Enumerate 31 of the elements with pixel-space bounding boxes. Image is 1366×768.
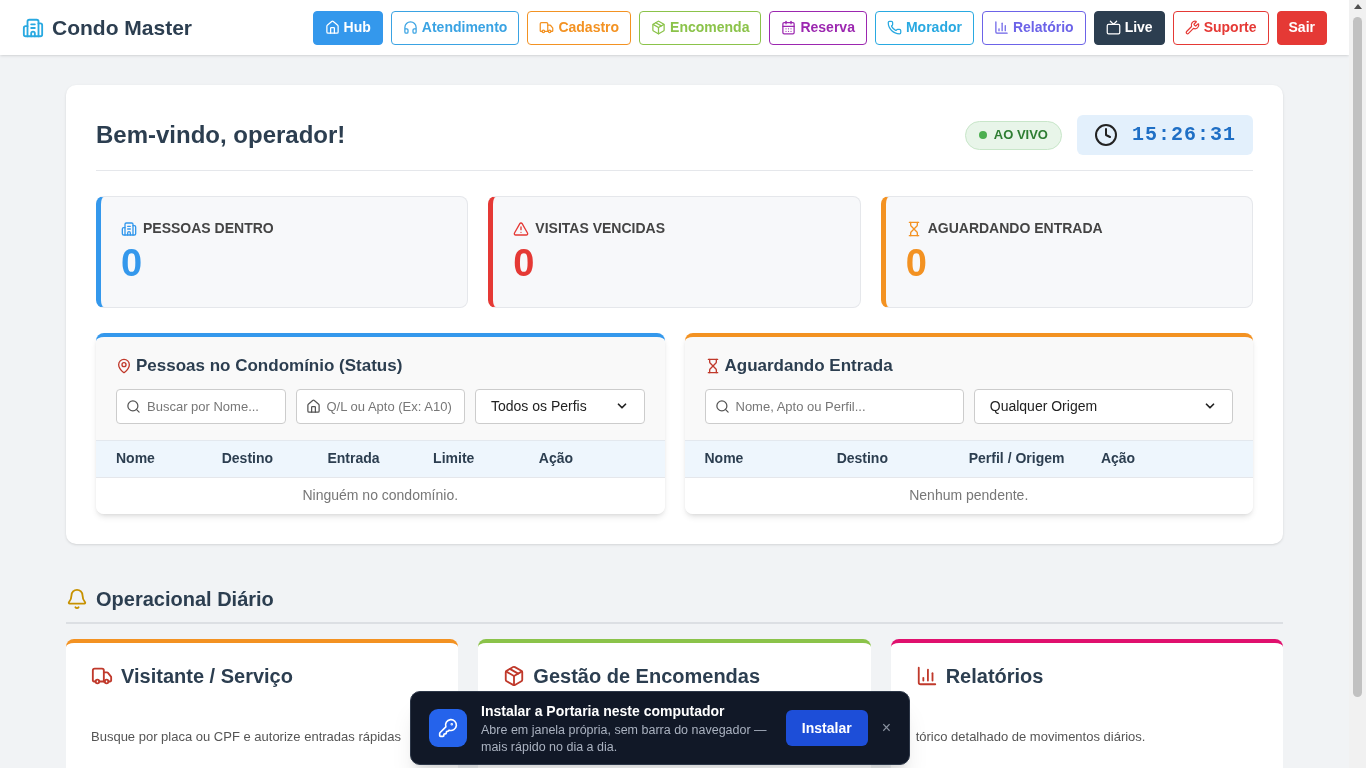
column-header: Perfil / Origem	[968, 449, 1066, 468]
card-title: Relatórios	[945, 663, 1044, 689]
column-header: Nome	[704, 449, 745, 468]
card-title: Visitante / Serviço	[121, 663, 293, 689]
brand-title: Condo Master	[52, 14, 192, 41]
welcome-title: Bem-vindo, operador!	[96, 120, 346, 150]
stat-value: 0	[905, 241, 928, 286]
stat-value: 0	[121, 241, 144, 286]
column-header: Ação	[1100, 449, 1137, 468]
card-description: Busque por placa ou CPF e autorize entradas rápidas	[91, 727, 403, 746]
toast-text: Abre em janela própria, sem barra do navegador — mais rápido no dia a dia.	[481, 721, 768, 756]
clock-time: 15:26:31	[1132, 122, 1236, 148]
empty-message: Ninguém no condomínio.	[302, 486, 459, 505]
column-header: Limite	[433, 449, 476, 468]
stat-label: VISITAS VENCIDAS	[535, 219, 665, 238]
panel-title: Pessoas no Condomínio (Status)	[136, 355, 403, 377]
stat-value: 0	[513, 241, 536, 286]
toast-title: Instalar a Portaria neste computador	[481, 701, 726, 721]
live-label: AO VIVO	[993, 126, 1048, 145]
column-header: Ação	[538, 449, 575, 468]
stat-label: PESSOAS DENTRO	[143, 219, 274, 238]
empty-message: Nenhum pendente.	[909, 486, 1029, 505]
stat-label: AGUARDANDO ENTRADA	[927, 219, 1103, 238]
section-title: Operacional Diário	[96, 586, 274, 612]
column-header: Entrada	[327, 449, 381, 468]
column-header: Destino	[221, 449, 275, 468]
card-title: Gestão de Encomendas	[533, 663, 761, 689]
column-header: Destino	[836, 449, 889, 468]
card-description: tórico detalhado de movimentos diários.	[915, 727, 1147, 746]
panel-title: Aguardando Entrada	[724, 355, 893, 377]
column-header: Nome	[116, 449, 156, 468]
